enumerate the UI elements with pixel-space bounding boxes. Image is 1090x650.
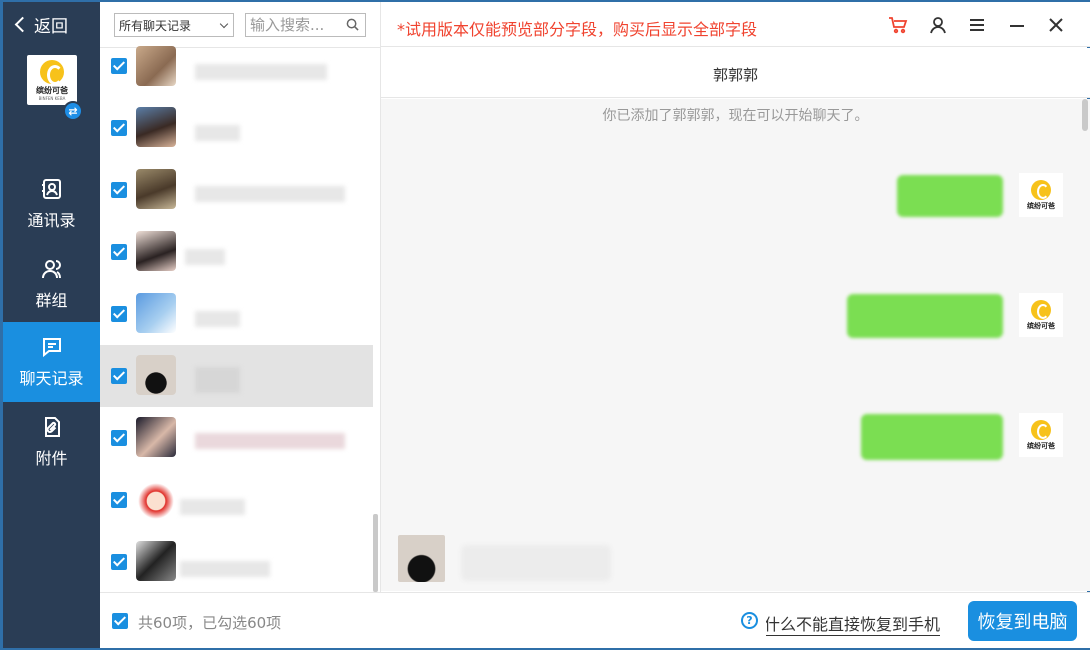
minimize-icon[interactable]	[1006, 14, 1028, 36]
outgoing-message-bubble[interactable]	[847, 294, 1003, 338]
avatar: 缤纷可爸	[1019, 173, 1063, 217]
trial-notice: *试用版本仅能预览部分字段，购买后显示全部字段	[397, 20, 758, 39]
row-checkbox[interactable]	[111, 182, 127, 198]
contacts-icon	[41, 179, 61, 199]
logo-subtext: BINFEN KEBA	[38, 95, 66, 101]
avatar	[136, 169, 176, 209]
attachment-icon	[44, 417, 60, 437]
list-item[interactable]	[100, 97, 373, 159]
avatar	[136, 541, 176, 581]
list-item[interactable]	[100, 283, 373, 345]
avatar	[136, 355, 176, 395]
row-checkbox[interactable]	[111, 492, 127, 508]
chat-scrollbar[interactable]	[1082, 99, 1088, 131]
chat-icon	[42, 338, 61, 358]
list-item[interactable]	[100, 469, 373, 531]
avatar	[136, 479, 176, 519]
group-icon	[41, 260, 61, 279]
restore-to-computer-button[interactable]: 恢复到电脑	[968, 601, 1077, 641]
blurred-name	[195, 125, 240, 141]
row-checkbox[interactable]	[111, 430, 127, 446]
list-item[interactable]	[100, 407, 373, 469]
left-nav: 返回 缤纷可爸 BINFEN KEBA ⇄ 通讯录 群组 聊天记录 附件	[3, 2, 100, 648]
list-item-selected[interactable]	[100, 345, 373, 407]
avatar	[136, 107, 176, 147]
chat-header: 郭郭郭	[381, 48, 1090, 98]
nav-item-chat-history[interactable]: 聊天记录	[3, 322, 100, 402]
logo-text: 缤纷可爸	[1027, 321, 1055, 330]
chat-message-area: 你已添加了郭郭郭，现在可以开始聊天了。 缤纷可爸 缤纷可爸 缤纷可爸	[381, 99, 1090, 591]
selection-count: 共60项，已勾选60项	[138, 614, 282, 632]
blurred-name	[195, 433, 345, 449]
title-bar: *试用版本仅能预览部分字段，购买后显示全部字段	[381, 2, 1090, 47]
list-item[interactable]	[100, 531, 373, 593]
help-link[interactable]: 为什么不能直接恢复到手机	[766, 611, 940, 636]
nav-item-label: 附件	[35, 449, 68, 468]
logo-mark-icon	[1031, 299, 1051, 320]
list-item[interactable]	[100, 36, 373, 98]
blurred-name	[180, 499, 245, 515]
list-item[interactable]	[100, 159, 373, 221]
avatar	[398, 535, 445, 582]
switch-account-icon[interactable]: ⇄	[63, 101, 83, 121]
list-item[interactable]	[100, 221, 373, 283]
app-logo: 缤纷可爸 BINFEN KEBA	[27, 55, 77, 105]
blurred-name	[195, 186, 345, 202]
incoming-message-bubble[interactable]	[461, 545, 611, 581]
nav-item-label: 通讯录	[27, 211, 76, 230]
conversation-list-pane: 所有聊天记录	[100, 2, 381, 648]
nav-item-label: 群组	[35, 291, 68, 310]
row-checkbox[interactable]	[111, 306, 127, 322]
filter-value: 所有聊天记录	[119, 18, 192, 33]
search-box	[245, 13, 366, 37]
menu-icon[interactable]	[966, 14, 988, 36]
row-checkbox[interactable]	[111, 554, 127, 570]
select-all-checkbox[interactable]	[112, 613, 128, 629]
system-message: 你已添加了郭郭郭，现在可以开始聊天了。	[602, 108, 869, 124]
avatar	[136, 293, 176, 333]
blurred-name	[195, 64, 327, 80]
nav-item-contacts[interactable]: 通讯录	[3, 164, 100, 244]
row-checkbox[interactable]	[111, 58, 127, 74]
row-checkbox[interactable]	[111, 120, 127, 136]
back-label: 返回	[34, 17, 68, 37]
record-filter-select[interactable]: 所有聊天记录	[114, 13, 234, 37]
outgoing-message-bubble[interactable]	[861, 414, 1003, 460]
blurred-name	[180, 561, 270, 577]
search-input[interactable]	[250, 16, 342, 34]
row-checkbox[interactable]	[111, 244, 127, 260]
avatar: 缤纷可爸	[1019, 293, 1063, 337]
nav-item-groups[interactable]: 群组	[3, 244, 100, 324]
cart-icon[interactable]	[887, 14, 909, 36]
logo-text: 缤纷可爸	[36, 85, 68, 95]
close-icon[interactable]	[1045, 14, 1067, 36]
logo-mark-icon	[1031, 419, 1051, 440]
chat-title: 郭郭郭	[712, 66, 758, 84]
chevron-down-icon	[219, 19, 229, 28]
row-checkbox[interactable]	[111, 368, 127, 384]
search-icon[interactable]	[346, 18, 359, 31]
logo-text: 缤纷可爸	[1027, 441, 1055, 450]
outgoing-message-bubble[interactable]	[897, 175, 1003, 217]
back-button[interactable]: 返回	[14, 12, 68, 37]
nav-item-label: 聊天记录	[19, 369, 84, 388]
nav-item-attachments[interactable]: 附件	[3, 402, 100, 482]
blurred-name	[195, 367, 240, 393]
user-icon[interactable]	[927, 14, 949, 36]
list-scrollbar[interactable]	[373, 514, 378, 592]
footer-bar: 共60项，已勾选60项 ? 为什么不能直接恢复到手机 恢复到电脑	[100, 592, 1090, 648]
avatar	[136, 417, 176, 457]
avatar: 缤纷可爸	[1019, 413, 1063, 457]
blurred-name	[195, 311, 240, 327]
blurred-name	[185, 249, 225, 265]
logo-mark-icon	[1031, 179, 1051, 200]
help-icon[interactable]: ?	[741, 612, 758, 629]
logo-text: 缤纷可爸	[1027, 201, 1055, 210]
avatar	[136, 231, 176, 271]
avatar	[136, 46, 176, 86]
logo-mark-icon	[40, 59, 64, 85]
chevron-left-icon	[14, 16, 31, 33]
app-window: 返回 缤纷可爸 BINFEN KEBA ⇄ 通讯录 群组 聊天记录 附件 所有聊…	[0, 0, 1090, 650]
